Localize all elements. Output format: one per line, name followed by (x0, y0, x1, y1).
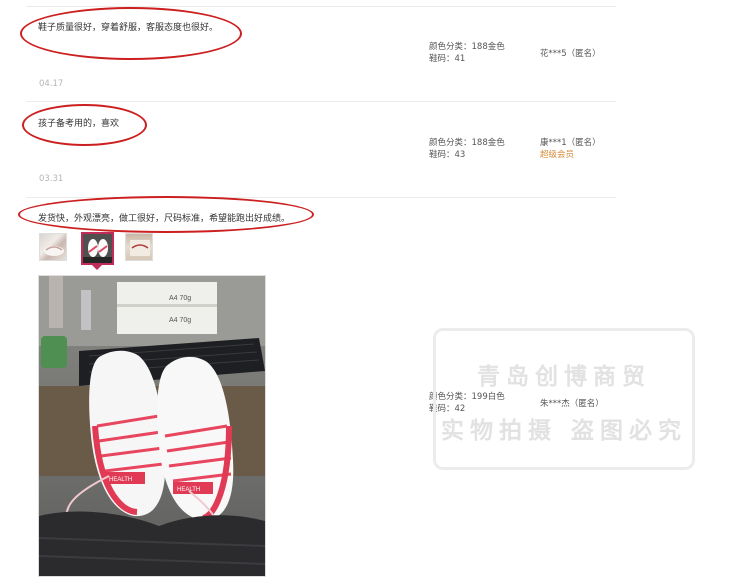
reviewer-name[interactable]: 花***5（匿名） (540, 48, 601, 60)
shoe-photo (130, 240, 150, 256)
review-photo-large[interactable]: A4 70g A4 70g HEALTH HEALTH (38, 275, 266, 577)
review-photo-thumbnail[interactable] (39, 233, 67, 261)
watermark-stamp: 青岛创博商贸 实物拍摄 盗图必究 (433, 328, 695, 470)
svg-text:HEALTH: HEALTH (177, 487, 200, 493)
member-badge: 超级会员 (540, 150, 575, 160)
shoe-photo (44, 246, 64, 256)
shoe-size: 鞋码：41 (429, 54, 466, 64)
svg-text:HEALTH: HEALTH (109, 477, 132, 483)
color-category: 颜色分类：188金色 (429, 138, 505, 148)
shoe-photo: A4 70g A4 70g HEALTH HEALTH (39, 276, 265, 576)
reviewer-info: 康***1（匿名） 超级会员 (540, 137, 601, 161)
review-comment: 孩子备考用的，喜欢 (38, 119, 120, 129)
review-date: 03.31 (39, 174, 64, 184)
shoe-photo (83, 234, 112, 263)
review-comment: 发货快，外观漂亮，做工很好，尺码标准，希望能跑出好成绩。 (38, 214, 291, 224)
shoe-size: 鞋码：43 (429, 150, 466, 160)
svg-text:A4 70g: A4 70g (169, 295, 191, 302)
thumbnail-pointer (92, 265, 102, 270)
review-photo-thumbnail[interactable] (125, 233, 153, 261)
watermark-line-1: 青岛创博商贸 (477, 363, 651, 390)
review-sku: 颜色分类：188金色 鞋码：41 (429, 41, 505, 65)
divider (26, 101, 616, 102)
review-photo-thumbnail-active[interactable] (81, 232, 114, 265)
review-sku: 颜色分类：188金色 鞋码：43 (429, 137, 505, 161)
svg-text:A4 70g: A4 70g (169, 317, 191, 324)
color-category: 颜色分类：188金色 (429, 42, 505, 52)
highlight-circle (20, 7, 242, 60)
review-comment: 鞋子质量很好，穿着舒服，客服态度也很好。 (38, 23, 219, 33)
reviewer-name[interactable]: 康***1（匿名） (540, 137, 601, 149)
watermark-line-2: 实物拍摄 盗图必究 (440, 417, 687, 444)
review-date: 04.17 (39, 79, 64, 89)
